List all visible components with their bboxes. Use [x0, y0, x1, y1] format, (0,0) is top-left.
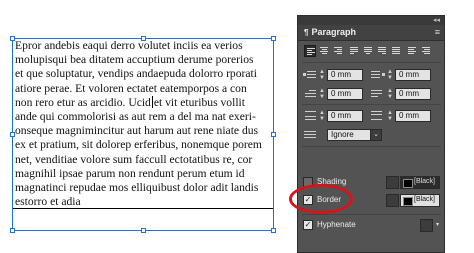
- align-right-icon: [334, 47, 342, 55]
- space-before-stepper[interactable]: ▲ ▼: [318, 110, 326, 122]
- text-segment: non rero etur as arcidio. Ucid: [15, 95, 151, 109]
- align-towards-spine-button[interactable]: [406, 45, 418, 57]
- divider: [302, 62, 441, 63]
- right-indent-stepper[interactable]: ▲ ▼: [386, 69, 394, 81]
- text-line: onseque magnimincitur aut harum aut rene…: [15, 124, 259, 138]
- right-indent-icon: [371, 69, 385, 81]
- align-to-grid-icon: [303, 129, 317, 141]
- align-towards-spine-icon: [408, 47, 416, 55]
- hyphenation-settings-button[interactable]: [420, 219, 433, 232]
- align-right-button[interactable]: [332, 45, 344, 57]
- align-to-grid-select[interactable]: Ignore: [327, 129, 371, 141]
- text-line: estorro et adia: [15, 195, 81, 209]
- space-after-input[interactable]: 0 mm: [395, 110, 431, 122]
- hyphenation-dropdown-icon[interactable]: ▾: [436, 219, 444, 232]
- last-line-indent-stepper[interactable]: ▲ ▼: [386, 88, 394, 100]
- text-line: magnihil ipsae parum non rendunt perum e…: [15, 166, 245, 180]
- text-line-with-cursor: non rero etur as arcidio. Ucid et vit etu…: [15, 95, 275, 110]
- last-line-indent-icon: [371, 88, 385, 100]
- divider: [302, 146, 441, 147]
- border-options-button[interactable]: [386, 194, 399, 207]
- shading-color-label: [Black]: [414, 178, 436, 185]
- align-center-icon: [320, 47, 328, 55]
- text-frame[interactable]: Epror andebis eaqui derro volutet inciis…: [12, 38, 274, 209]
- panel-title-strip[interactable]: ◂◂: [298, 16, 444, 25]
- resize-handle-nw[interactable]: [10, 36, 15, 41]
- panel-title-text: Paragraph: [311, 27, 356, 37]
- highlight-oval: [289, 184, 353, 214]
- justify-center-icon: [364, 47, 372, 55]
- first-line-indent-input[interactable]: 0 mm: [327, 88, 363, 100]
- hyphenate-label: Hyphenate: [317, 220, 356, 229]
- resize-handle-sw[interactable]: [10, 228, 15, 233]
- panel-title: ¶ Paragraph: [304, 27, 356, 37]
- justify-right-icon: [378, 47, 386, 55]
- text-line: atiore perae. Et voloren ectatet eatempo…: [15, 81, 247, 95]
- align-left-button[interactable]: [304, 45, 316, 57]
- text-line: molupisqui bea ditatem accuptium derume …: [15, 53, 254, 67]
- align-to-grid-dropdown-button[interactable]: ⌄: [370, 129, 382, 141]
- collapse-panel-icon[interactable]: ◂◂: [433, 16, 440, 25]
- divider: [302, 214, 441, 215]
- left-indent-icon: [303, 69, 317, 81]
- space-before-icon: [303, 110, 317, 122]
- justify-left-button[interactable]: [348, 45, 360, 57]
- resize-handle-w[interactable]: [10, 132, 15, 137]
- align-away-spine-icon: [422, 47, 430, 55]
- resize-handle-s[interactable]: [141, 228, 146, 233]
- resize-handle-e[interactable]: [271, 132, 276, 137]
- text-frame-content[interactable]: Epror andebis eaqui derro volutet inciis…: [15, 39, 275, 209]
- paragraph-panel: ◂◂ ¶ Paragraph ≡ ▲ ▼ 0 mm ▲ ▼ 0 mm ▲ ▼ 0 mm …: [297, 15, 445, 253]
- right-indent-input[interactable]: 0 mm: [395, 69, 431, 81]
- last-line-indent-input[interactable]: 0 mm: [395, 88, 431, 100]
- justify-all-icon: [392, 47, 400, 55]
- shading-options-button[interactable]: [386, 176, 399, 189]
- space-after-stepper[interactable]: ▲ ▼: [386, 110, 394, 122]
- text-line: ex et pratium, sit dolorep erferibus, no…: [15, 138, 262, 152]
- border-color-label: [Black]: [414, 196, 436, 203]
- text-segment: et vit eturibus vollit: [153, 95, 245, 109]
- resize-handle-ne[interactable]: [271, 36, 276, 41]
- left-indent-input[interactable]: 0 mm: [327, 69, 363, 81]
- border-color-select[interactable]: [Black]: [400, 194, 440, 207]
- justify-right-button[interactable]: [376, 45, 388, 57]
- shading-color-select[interactable]: [Black]: [400, 176, 440, 189]
- text-line: et que soluptatur, vendips andaepuda dol…: [15, 67, 257, 81]
- justify-left-icon: [350, 47, 358, 55]
- first-line-indent-stepper[interactable]: ▲ ▼: [318, 88, 326, 100]
- hyphenate-checkbox[interactable]: ✓: [303, 220, 313, 230]
- resize-handle-n[interactable]: [141, 36, 146, 41]
- space-after-icon: [371, 110, 385, 122]
- shading-color-swatch: [403, 179, 413, 188]
- space-before-input[interactable]: 0 mm: [327, 110, 363, 122]
- text-line: ande qui commolorisi as aut rem a del ma…: [15, 110, 256, 124]
- align-center-button[interactable]: [318, 45, 330, 57]
- text-line: net, venditiae volore sum faccull ectota…: [15, 152, 253, 166]
- justify-center-button[interactable]: [362, 45, 374, 57]
- align-left-icon: [307, 48, 315, 56]
- justify-all-button[interactable]: [390, 45, 402, 57]
- panel-menu-icon[interactable]: ≡: [435, 27, 440, 37]
- text-cursor: [151, 95, 153, 108]
- border-color-swatch: [403, 197, 413, 206]
- align-away-spine-button[interactable]: [420, 45, 432, 57]
- paragraph-symbol-icon: ¶: [304, 28, 309, 37]
- panel-header[interactable]: ¶ Paragraph ≡: [298, 25, 444, 41]
- text-line: magnatinci repudae mos elliquibust dolor…: [15, 181, 259, 195]
- text-line: Epror andebis eaqui derro volutet inciis…: [15, 39, 243, 52]
- first-line-indent-icon: [303, 88, 317, 100]
- divider: [302, 104, 441, 105]
- resize-handle-se[interactable]: [271, 228, 276, 233]
- left-indent-stepper[interactable]: ▲ ▼: [318, 69, 326, 81]
